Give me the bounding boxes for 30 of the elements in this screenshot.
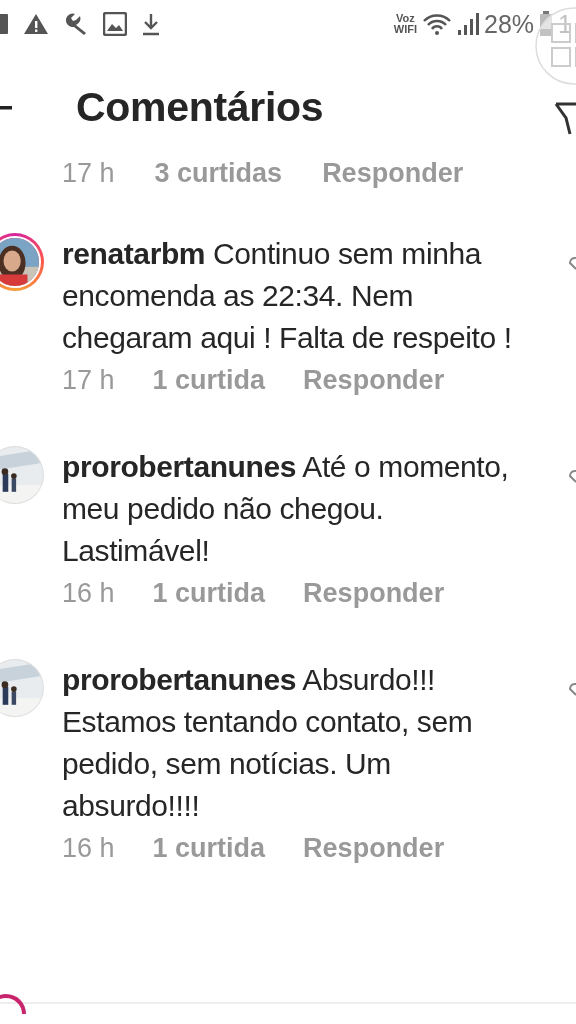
download-icon (141, 12, 161, 36)
comment-text: prorobertanunes Até o momento, meu pedido não chegou. Lastimável! (62, 449, 510, 569)
comment-time: 17 h (62, 158, 115, 189)
avatar[interactable] (0, 446, 44, 504)
avatar[interactable] (0, 233, 44, 291)
like-count[interactable]: 1 curtida (152, 365, 266, 396)
like-count[interactable]: 1 curtida (152, 578, 266, 609)
like-count[interactable]: 3 curtidas (154, 158, 283, 189)
battery-icon (539, 11, 554, 37)
reply-link[interactable]: Responder (303, 578, 445, 609)
comment-text: prorobertanunes Absurdo!!! Estamos tentando contato, sem pedido, sem notícias. Um absurdo!!!! (62, 662, 474, 824)
wifi-icon (422, 12, 453, 36)
wifi-label: WIFI (393, 24, 418, 35)
reply-link[interactable]: Responder (322, 158, 464, 189)
warning-icon (23, 13, 49, 35)
avatar[interactable] (0, 659, 44, 717)
signal-icon (457, 12, 480, 36)
sim-icon (0, 12, 9, 36)
voz-label: Voz (396, 13, 415, 24)
like-count[interactable]: 1 curtida (152, 833, 266, 864)
reply-link[interactable]: Responder (303, 833, 445, 864)
reply-link[interactable]: Responder (303, 365, 445, 396)
page-title: Comentários (76, 83, 324, 131)
comment-time: 17 h (62, 365, 115, 396)
image-icon (103, 12, 127, 36)
comment-text: renatarbm Continuo sem minha encomenda as 22:34. Nem chegaram aqui ! Falta de respeito ! (62, 236, 513, 356)
comment-time: 16 h (62, 833, 115, 864)
comment-time: 16 h (62, 578, 115, 609)
wrench-icon (63, 11, 89, 37)
battery-percent: 28% (484, 9, 535, 39)
